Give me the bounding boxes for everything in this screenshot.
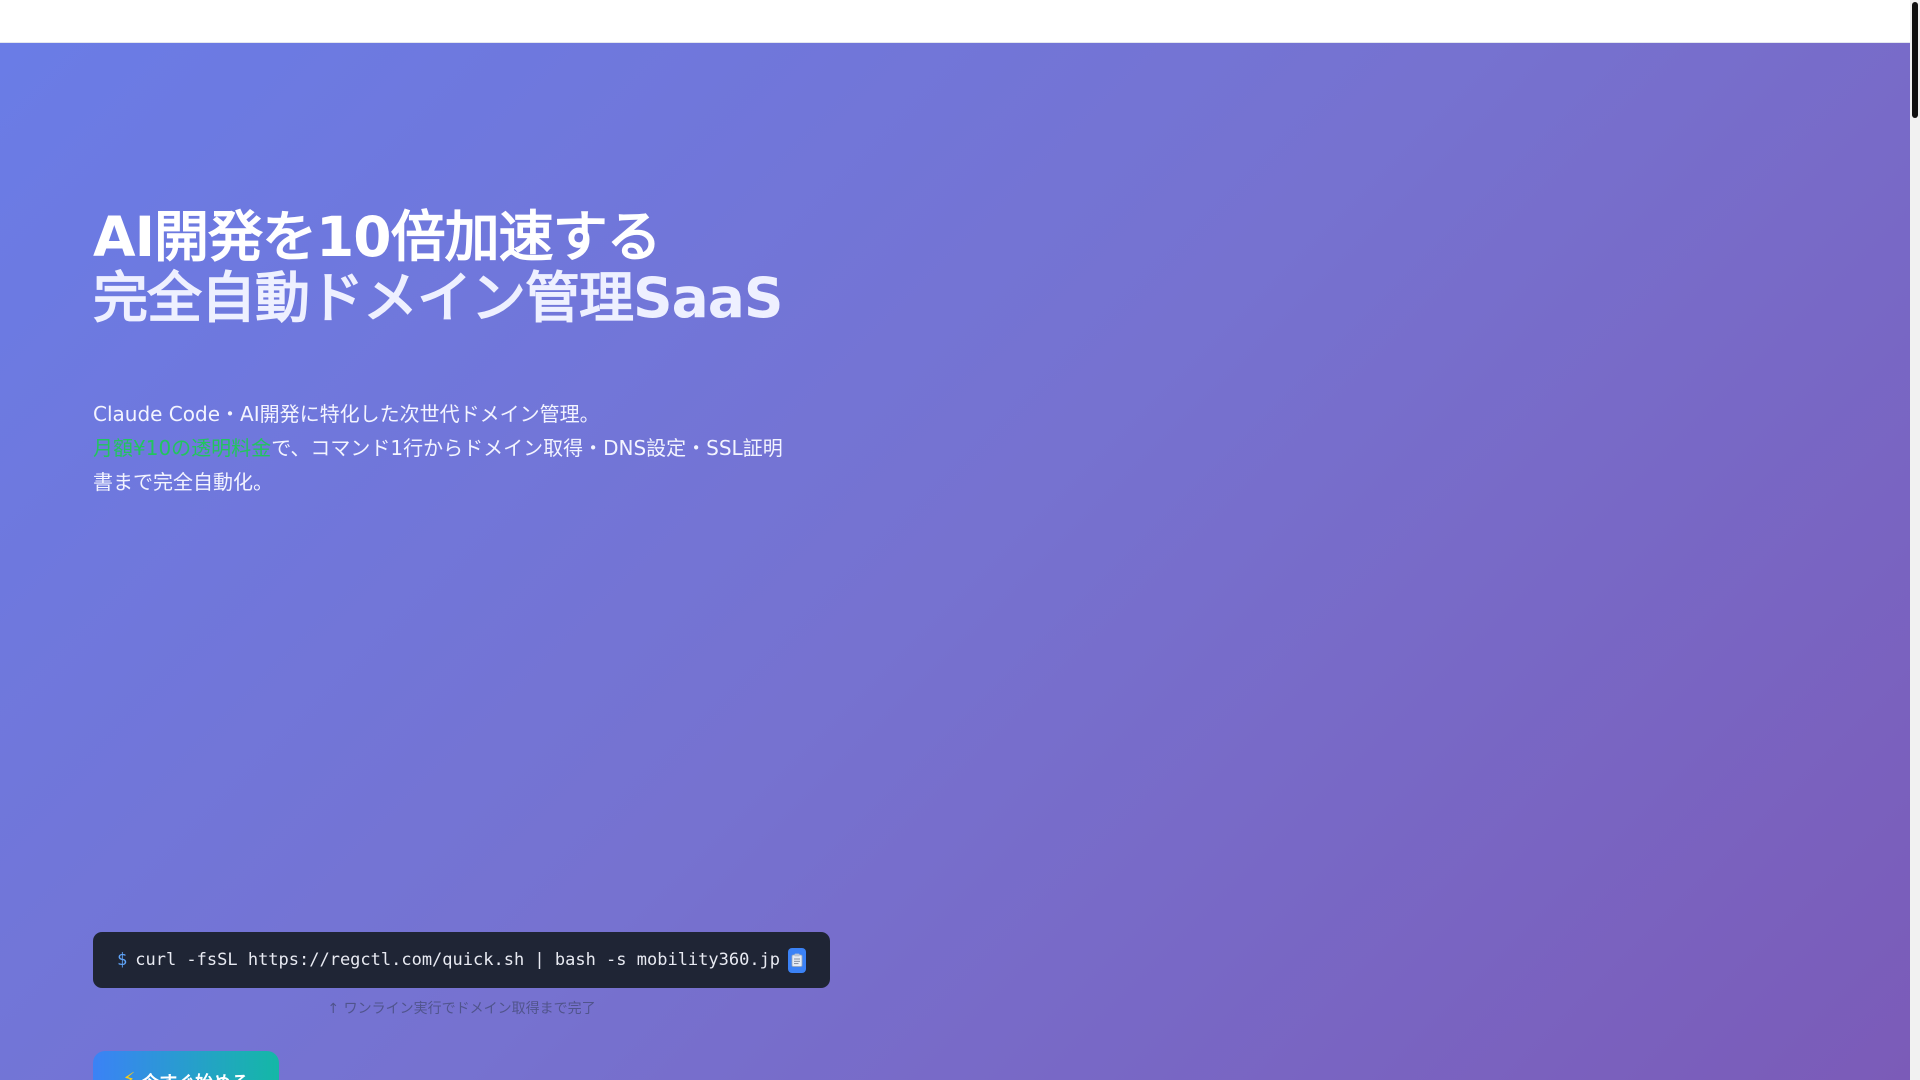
page-viewport: AI開発を10倍加速する 完全自動ドメイン管理SaaS Claude Code・… (0, 0, 1920, 1080)
vertical-scrollbar[interactable] (1910, 0, 1920, 1080)
copy-button[interactable] (788, 947, 806, 973)
command-box[interactable]: $ curl -fsSL https://regctl.com/quick.sh… (93, 932, 830, 988)
hero-subtitle: Claude Code・AI開発に特化した次世代ドメイン管理。 月額¥10の透明料… (93, 397, 783, 499)
top-navbar (0, 0, 1910, 43)
lightning-icon: ⚡ (122, 1069, 136, 1080)
headline-line-2: 完全自動ドメイン管理SaaS (93, 266, 783, 330)
subtitle-line-1: Claude Code・AI開発に特化した次世代ドメイン管理。 (93, 402, 600, 426)
command-note: ↑ ワンライン実行でドメイン取得まで完了 (327, 1001, 596, 1017)
hero-section (0, 43, 1910, 1080)
headline-line-1: AI開発を10倍加速する (93, 205, 662, 269)
command-text[interactable]: curl -fsSL https://regctl.com/quick.sh |… (135, 950, 780, 970)
pricing-highlight: 月額¥10の透明料金 (93, 436, 272, 460)
get-started-label: 今すぐ始める (141, 1069, 249, 1080)
command-prompt: $ (117, 950, 128, 970)
hero-headline: AI開発を10倍加速する 完全自動ドメイン管理SaaS (93, 205, 783, 330)
get-started-button[interactable]: ⚡ 今すぐ始める (93, 1051, 279, 1080)
clipboard-icon (791, 953, 803, 967)
scrollbar-thumb[interactable] (1912, 2, 1918, 118)
